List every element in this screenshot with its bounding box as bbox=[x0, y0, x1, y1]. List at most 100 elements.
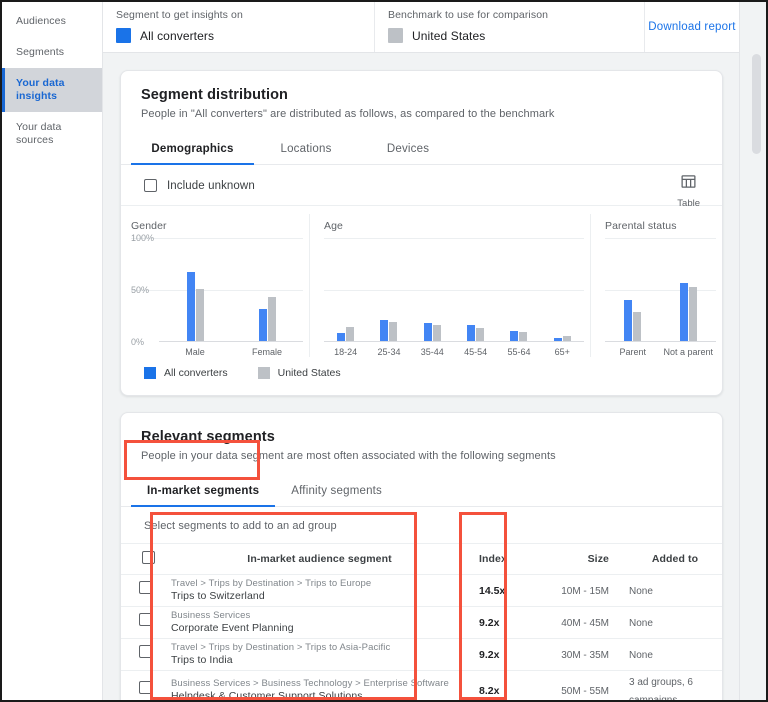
tab-in-market-segments[interactable]: In-market segments bbox=[131, 475, 276, 507]
benchmark-color-swatch bbox=[388, 28, 403, 43]
segment-cell: Travel > Trips by Destination > Trips to… bbox=[159, 638, 469, 671]
column-header-index[interactable]: Index bbox=[469, 544, 525, 575]
segment-selector[interactable]: Segment to get insights on All converter… bbox=[103, 2, 375, 52]
select-segments-note: Select segments to add to an ad group bbox=[121, 507, 722, 544]
row-checkbox[interactable] bbox=[139, 680, 152, 694]
table-row[interactable]: Travel > Trips by Destination > Trips to… bbox=[121, 638, 722, 671]
insights-content: Segment distribution People in "All conv… bbox=[103, 53, 739, 700]
segment-path: Travel > Trips by Destination > Trips to… bbox=[171, 642, 391, 653]
bar-group bbox=[541, 238, 584, 342]
chart-age: Age 18-24 25-34 35-44 45-54 55-64 65+ bbox=[309, 214, 590, 357]
x-axis-tick-label: 35-44 bbox=[420, 347, 444, 357]
bar-group bbox=[159, 238, 231, 342]
row-checkbox[interactable] bbox=[139, 613, 152, 626]
bar-united-states bbox=[476, 328, 485, 342]
tab-label: Demographics bbox=[151, 143, 234, 155]
table-row[interactable]: Business Services > Business Technology … bbox=[121, 670, 722, 702]
tab-devices[interactable]: Devices bbox=[358, 133, 458, 164]
x-axis-tick-label: 18-24 bbox=[334, 347, 358, 357]
page-scrollbar[interactable] bbox=[739, 2, 766, 700]
chart-gender-title: Gender bbox=[131, 220, 167, 232]
sidebar-item-label: Segments bbox=[16, 46, 65, 58]
bar-united-states bbox=[432, 325, 441, 342]
benchmark-selector[interactable]: Benchmark to use for comparison United S… bbox=[375, 2, 645, 52]
tab-affinity-segments[interactable]: Affinity segments bbox=[275, 475, 398, 506]
column-header-added-to[interactable]: Added to bbox=[619, 544, 722, 575]
added-to-value: 3 ad groups, 6 campaigns bbox=[629, 676, 693, 702]
size-cell: 10M - 15M bbox=[525, 574, 619, 607]
segment-color-swatch bbox=[116, 28, 131, 43]
chart-gender: Gender 100% 50% 0% Male Female bbox=[121, 214, 309, 357]
bar-group bbox=[497, 238, 540, 342]
sidebar-item-label: Audiences bbox=[16, 15, 66, 27]
page-title: Segment distribution bbox=[141, 87, 288, 103]
added-to-value: None bbox=[629, 586, 653, 597]
download-report-area: Download report bbox=[645, 2, 739, 52]
bar-all-converters bbox=[624, 300, 633, 342]
segment-cell: Business Services > Business Technology … bbox=[159, 670, 469, 700]
x-axis-tick-label: 45-54 bbox=[464, 347, 488, 357]
segment-path: Business Services bbox=[171, 610, 251, 621]
segments-tablist: In-market segments Affinity segments bbox=[121, 475, 722, 507]
segment-name: Trips to Switzerland bbox=[171, 590, 265, 602]
index-cell: 14.5x bbox=[469, 574, 525, 607]
tab-demographics[interactable]: Demographics bbox=[131, 133, 254, 165]
bar-group bbox=[454, 238, 497, 342]
sidebar-item-your-data-insights[interactable]: Your data insights bbox=[2, 68, 102, 112]
size-cell: 50M - 55M bbox=[525, 670, 619, 700]
segment-cell: Business Services Corporate Event Plannin… bbox=[159, 606, 469, 639]
select-all-checkbox[interactable] bbox=[142, 550, 155, 564]
chart-gender-bars bbox=[159, 238, 303, 342]
index-value: 8.2x bbox=[479, 684, 500, 697]
chart-parental-status: Parental status Parent Not a parent bbox=[590, 214, 722, 357]
tab-label: Devices bbox=[386, 143, 430, 155]
added-to-cell: 3 ad groups, 6 campaigns bbox=[619, 670, 722, 702]
sidebar-item-label: Your data insights bbox=[16, 77, 65, 102]
size-value: 50M - 55M bbox=[561, 685, 609, 697]
page-scrollbar-thumb[interactable] bbox=[752, 54, 761, 154]
bar-all-converters bbox=[186, 272, 195, 342]
chart-parental-status-plot bbox=[605, 238, 722, 342]
table-view-button[interactable]: Table bbox=[677, 173, 700, 209]
index-cell: 8.2x bbox=[469, 670, 525, 700]
chart-gender-ytick-50: 50% bbox=[131, 285, 150, 295]
sidebar-item-your-data-sources[interactable]: Your data sources bbox=[2, 112, 102, 156]
bar-united-states bbox=[195, 288, 204, 342]
table-row[interactable]: Business Services Corporate Event Plannin… bbox=[121, 606, 722, 639]
bar-united-states bbox=[389, 322, 398, 342]
legend-swatch-all-converters bbox=[144, 367, 156, 379]
row-checkbox[interactable] bbox=[139, 645, 152, 658]
index-value: 9.2x bbox=[479, 617, 500, 629]
download-report-link[interactable]: Download report bbox=[648, 21, 735, 33]
chart-gender-ytick-0: 0% bbox=[131, 337, 145, 347]
tab-label: In-market segments bbox=[147, 485, 260, 497]
column-header-size[interactable]: Size bbox=[525, 544, 619, 575]
table-row[interactable]: Travel > Trips by Destination > Trips to… bbox=[121, 574, 722, 607]
tab-label: Locations bbox=[280, 143, 332, 155]
size-value: 10M - 15M bbox=[561, 586, 609, 597]
chart-parental-status-xlabels: Parent Not a parent bbox=[605, 347, 722, 357]
legend-label-all-converters: All converters bbox=[164, 367, 228, 379]
insights-topbar: Segment to get insights on All converter… bbox=[103, 2, 739, 53]
chart-parental-status-bars bbox=[605, 238, 716, 342]
bar-group bbox=[324, 238, 367, 342]
x-axis-tick-label: 55-64 bbox=[507, 347, 531, 357]
bar-group bbox=[411, 238, 454, 342]
index-value: 9.2x bbox=[479, 649, 500, 661]
index-value: 14.5x bbox=[479, 585, 506, 597]
sidebar-item-segments[interactable]: Segments bbox=[2, 37, 102, 68]
index-cell: 9.2x bbox=[469, 606, 525, 639]
tab-locations[interactable]: Locations bbox=[254, 133, 358, 164]
table-view-button-label: Table bbox=[677, 198, 700, 209]
x-axis-tick-label: Female bbox=[251, 347, 282, 357]
column-header-segment[interactable]: In-market audience segment bbox=[159, 544, 469, 575]
sidebar-item-audiences[interactable]: Audiences bbox=[2, 6, 102, 37]
include-unknown-checkbox[interactable] bbox=[144, 179, 157, 192]
chart-age-plot bbox=[324, 238, 590, 342]
bar-all-converters bbox=[423, 323, 432, 342]
bar-all-converters bbox=[679, 282, 688, 342]
size-cell: 30M - 35M bbox=[525, 638, 619, 671]
added-to-cell: None bbox=[619, 606, 722, 639]
tab-label: Affinity segments bbox=[291, 485, 383, 497]
row-checkbox[interactable] bbox=[139, 581, 152, 594]
